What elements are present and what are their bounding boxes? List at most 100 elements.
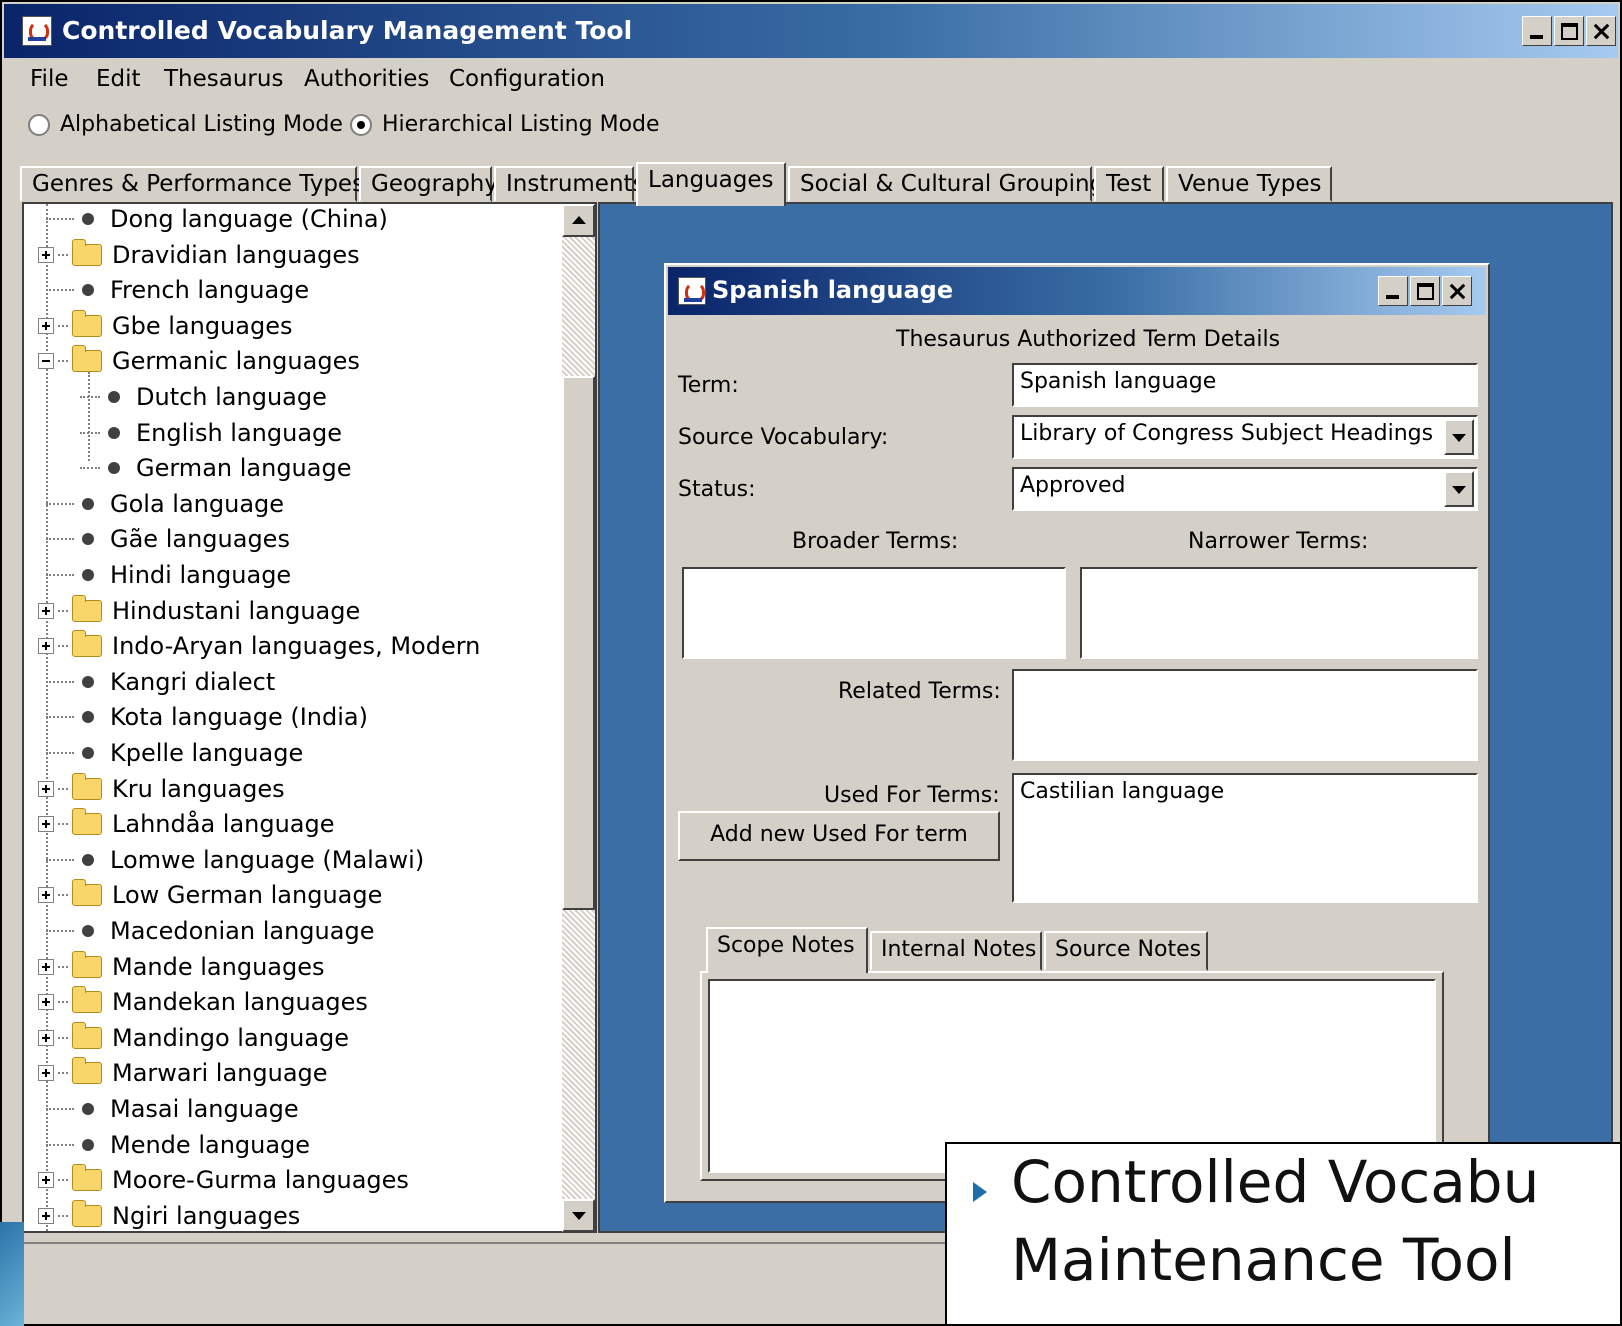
leaf-node-icon [82,284,94,297]
language-tree[interactable]: Dong language (China) Dravidian languages… [22,202,597,1233]
expand-icon[interactable] [38,780,54,797]
broader-terms-list[interactable] [682,567,1066,659]
tree-item[interactable]: Lomwe language (Malawi) [46,843,424,877]
tree-connector [58,1036,68,1039]
minimize-icon[interactable] [1378,276,1408,306]
status-select[interactable]: Approved [1012,467,1478,511]
maximize-icon[interactable] [1554,16,1584,46]
detail-title-bar[interactable]: Spanish language [668,267,1486,315]
source-vocabulary-value: Library of Congress Subject Headings [1020,421,1434,446]
tree-scrollbar[interactable] [562,204,595,1232]
tree-item[interactable]: Dong language (China) [46,204,388,236]
tab-scope-notes[interactable]: Scope Notes [706,927,868,973]
detail-window-controls [1376,276,1472,306]
chevron-down-icon[interactable] [1444,471,1474,507]
expand-icon[interactable] [38,638,54,655]
tree-item[interactable]: Mande languages [38,950,325,984]
menu-file[interactable]: File [30,66,69,92]
scroll-thumb[interactable] [562,376,595,910]
tree-item[interactable]: Masai language [46,1092,299,1126]
tab-source-notes[interactable]: Source Notes [1044,931,1208,971]
tree-item[interactable]: Germanic languages [38,344,360,378]
tree-item[interactable]: English language [80,416,342,450]
maximize-icon[interactable] [1410,276,1440,306]
source-vocabulary-select[interactable]: Library of Congress Subject Headings [1012,415,1478,459]
expand-icon[interactable] [38,816,54,833]
menu-authorities[interactable]: Authorities [304,66,429,92]
hierarchical-mode-radio[interactable]: Hierarchical Listing Mode [350,112,660,137]
tab-internal-notes[interactable]: Internal Notes [870,931,1042,971]
used-for-terms-list[interactable]: Castilian language [1012,773,1478,903]
tree-item[interactable]: Hindi language [46,558,291,592]
tab-instruments[interactable]: Instruments [494,166,645,202]
tree-item[interactable]: Gãe languages [46,522,290,556]
expand-icon[interactable] [38,994,54,1011]
tree-item-label: Ngiri languages [112,1201,301,1230]
narrower-terms-list[interactable] [1080,567,1478,659]
tree-item[interactable]: Dravidian languages [38,238,360,272]
menu-configuration[interactable]: Configuration [449,66,605,92]
add-used-for-button[interactable]: Add new Used For term [678,811,1000,861]
tree-item[interactable]: Mende language [46,1128,310,1162]
tree-item[interactable]: Mandingo language [38,1021,349,1055]
alphabetical-mode-radio[interactable]: Alphabetical Listing Mode [28,112,343,137]
tree-item[interactable]: French language [46,273,309,307]
tab-social-cultural[interactable]: Social & Cultural Groupings [788,166,1116,202]
tree-item[interactable]: Mandekan languages [38,985,368,1019]
list-item[interactable]: Castilian language [1020,779,1470,804]
tree-item[interactable]: Kota language (India) [46,700,368,734]
window-title: Controlled Vocabulary Management Tool [62,16,633,45]
tree-item-label: Indo-Aryan languages, Modern [112,632,481,661]
close-icon[interactable] [1586,16,1616,46]
tab-languages[interactable]: Languages [636,162,786,206]
tree-item[interactable]: German language [80,451,351,485]
tree-item[interactable]: Hindustani language [38,594,360,628]
tab-geography[interactable]: Geography [359,166,498,202]
tree-item[interactable]: Lahndåa language [38,807,335,841]
tree-item[interactable]: Moore-Gurma languages [38,1163,409,1197]
menu-edit[interactable]: Edit [96,66,141,92]
expand-icon[interactable] [38,602,54,619]
tab-test[interactable]: Test [1094,166,1164,202]
folder-icon [72,238,102,266]
expand-icon[interactable] [38,246,54,263]
tree-item[interactable]: Dutch language [80,380,327,414]
radio-on-icon[interactable] [350,113,372,136]
tree-item[interactable]: Marwari language [38,1056,328,1090]
window-title-bar[interactable]: Controlled Vocabulary Management Tool [4,4,1618,58]
expand-icon[interactable] [38,1029,54,1046]
tree-item[interactable]: Macedonian language [46,914,374,948]
collapse-icon[interactable] [38,353,54,370]
folder-icon [72,630,102,658]
leaf-node-icon [82,675,94,688]
tree-item[interactable]: Gbe languages [38,309,292,343]
tree-item-label: Masai language [110,1095,299,1123]
tree-item[interactable]: Indo-Aryan languages, Modern [38,629,480,663]
tree-item[interactable]: Kangri dialect [46,665,275,699]
tree-item[interactable]: Low German language [38,878,382,912]
tab-genres[interactable]: Genres & Performance Types [20,166,364,202]
close-icon[interactable] [1442,276,1472,306]
chevron-down-icon[interactable] [1444,419,1474,455]
term-field[interactable]: Spanish language [1012,363,1478,407]
minimize-icon[interactable] [1522,16,1552,46]
expand-icon[interactable] [38,1172,54,1189]
scroll-up-icon[interactable] [562,204,595,237]
source-vocabulary-label: Source Vocabulary: [678,425,889,450]
related-terms-list[interactable] [1012,669,1478,761]
tree-item[interactable]: Kru languages [38,772,285,806]
tree-connector [58,253,68,256]
tree-item[interactable]: Kpelle language [46,736,303,770]
tree-item[interactable]: Gola language [46,487,284,521]
scroll-down-icon[interactable] [562,1199,595,1232]
tab-venue-types[interactable]: Venue Types [1166,166,1332,202]
tree-connector [58,360,68,363]
expand-icon[interactable] [38,1065,54,1082]
radio-off-icon[interactable] [28,113,50,136]
expand-icon[interactable] [38,958,54,975]
expand-icon[interactable] [38,317,54,334]
menu-thesaurus[interactable]: Thesaurus [164,66,283,92]
expand-icon[interactable] [38,887,54,904]
tree-item[interactable]: Ngiri languages [38,1199,301,1231]
expand-icon[interactable] [38,1207,54,1224]
